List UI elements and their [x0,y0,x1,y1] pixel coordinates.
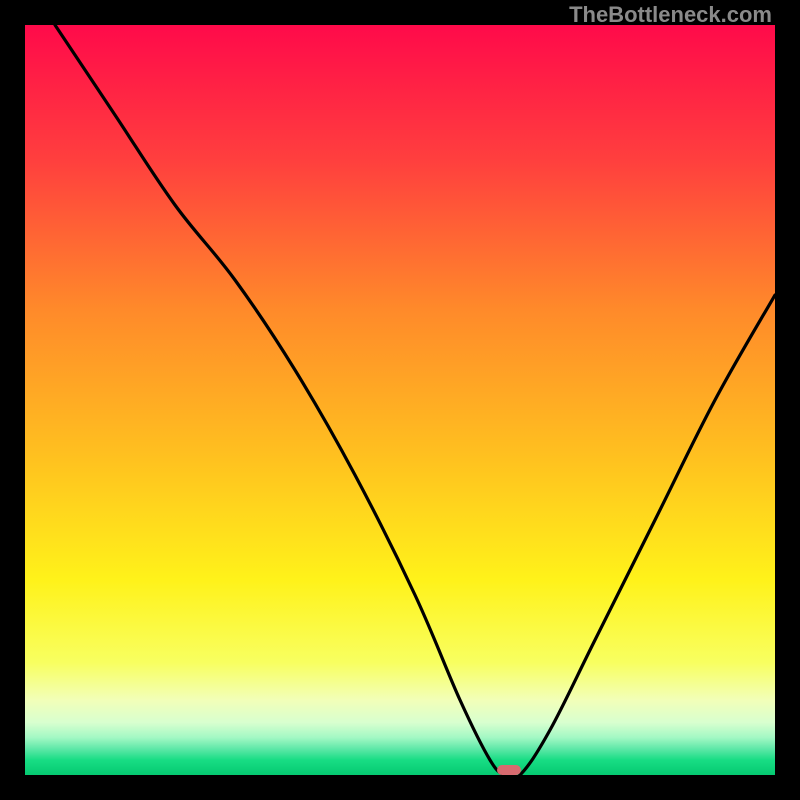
watermark-text: TheBottleneck.com [569,2,772,28]
optimal-marker [497,765,521,776]
outer-frame: TheBottleneck.com [0,0,800,800]
bottleneck-curve-path [55,25,775,775]
plot-area [25,25,775,775]
curve-svg [25,25,775,775]
